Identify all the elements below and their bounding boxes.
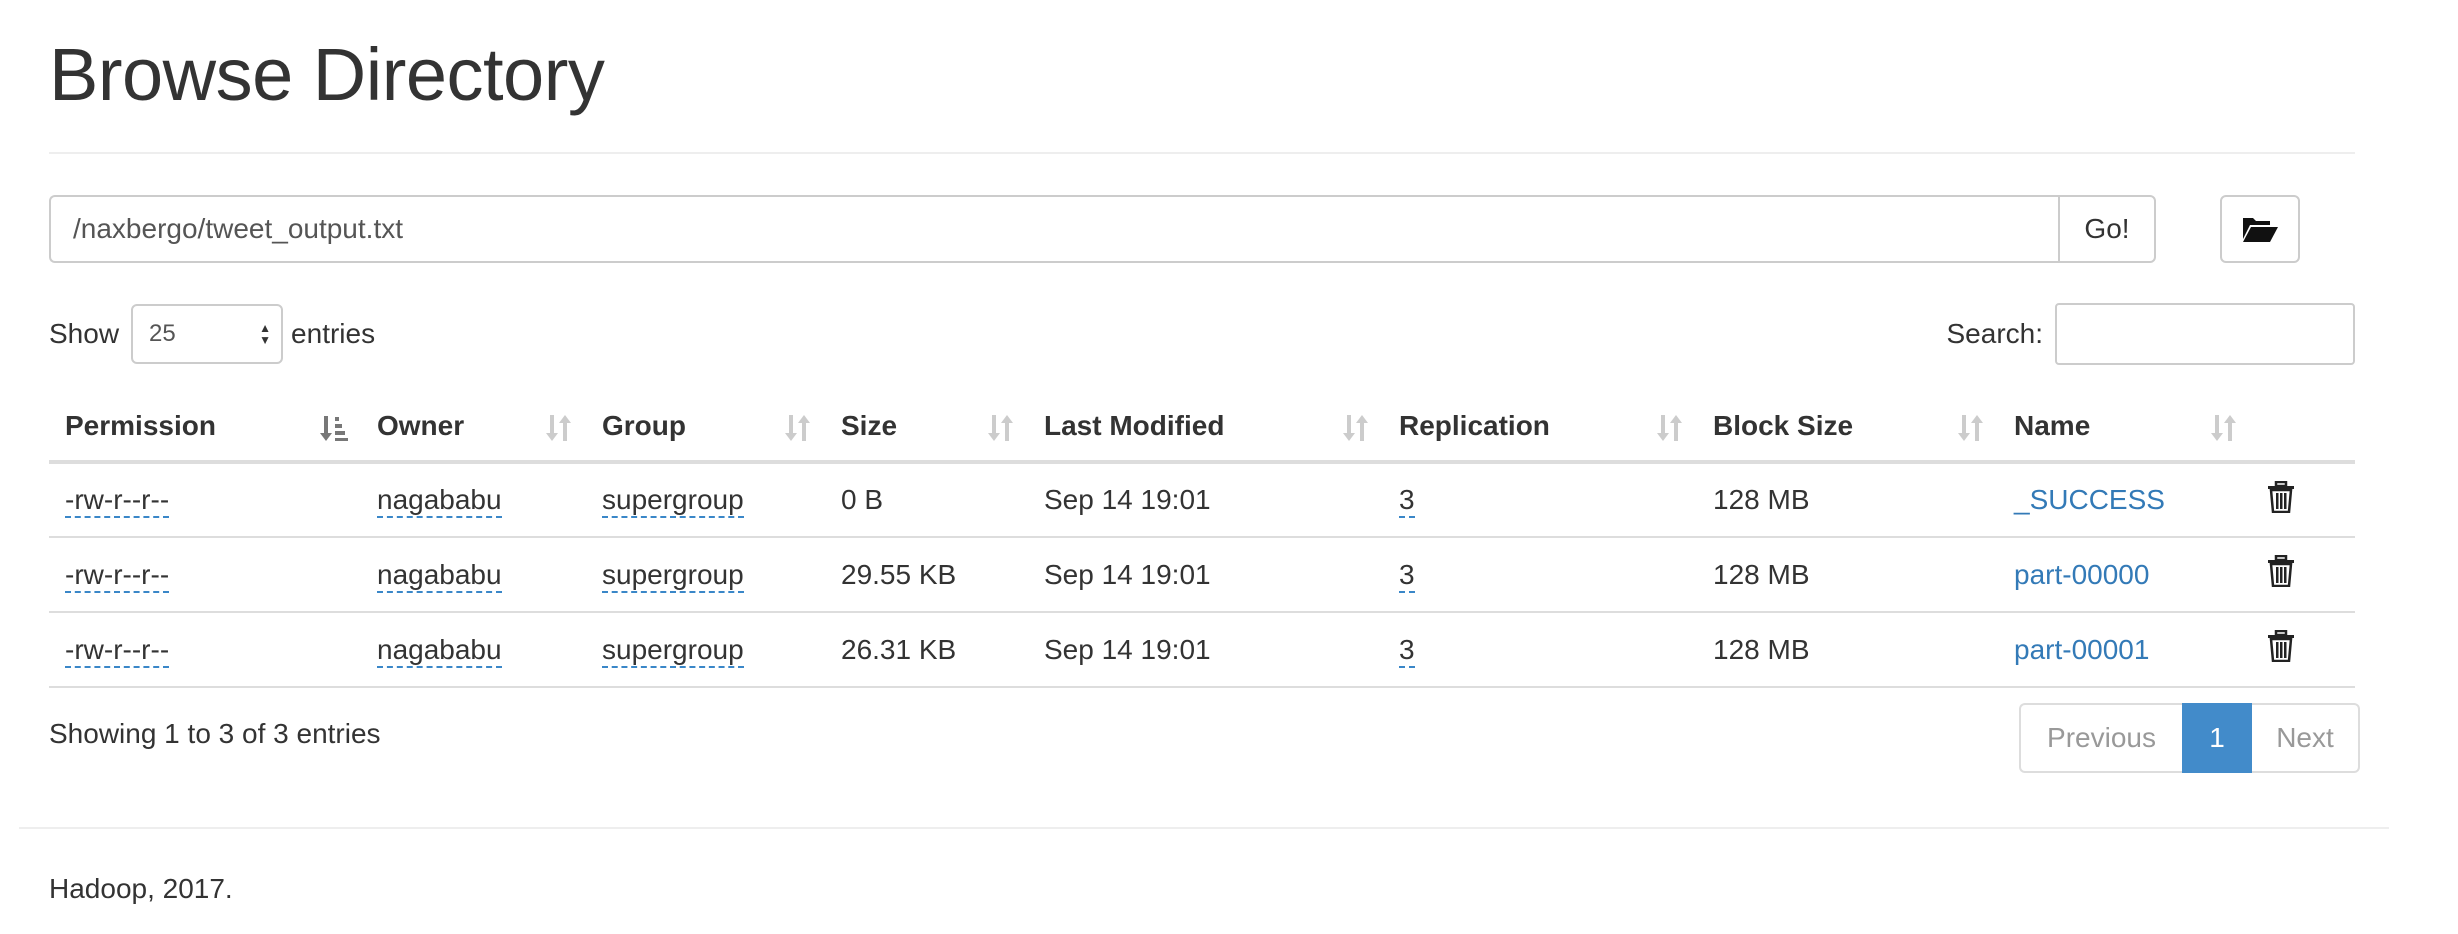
column-header-actions xyxy=(2251,392,2355,464)
path-bar: Go! xyxy=(49,195,2156,263)
previous-page-button[interactable]: Previous xyxy=(2019,703,2182,773)
page-length-select[interactable]: 25 ▲ ▼ xyxy=(131,304,284,364)
file-table: Permission Owner Group Size Last Modifie… xyxy=(49,392,2355,688)
file-name-link[interactable]: part-00001 xyxy=(2014,634,2149,665)
trash-icon[interactable] xyxy=(2267,480,2295,513)
column-header-last-modified[interactable]: Last Modified xyxy=(1028,392,1383,464)
column-header-owner[interactable]: Owner xyxy=(361,392,586,464)
sort-icon xyxy=(1343,415,1368,441)
table-row: -rw-r--r-- nagababu supergroup 26.31 KB … xyxy=(49,612,2355,688)
last-modified-cell: Sep 14 19:01 xyxy=(1028,537,1383,613)
size-cell: 26.31 KB xyxy=(825,612,1028,688)
owner-cell[interactable]: nagababu xyxy=(377,558,502,593)
column-header-size[interactable]: Size xyxy=(825,392,1028,464)
group-cell[interactable]: supergroup xyxy=(602,633,744,668)
trash-icon[interactable] xyxy=(2267,555,2295,587)
group-cell[interactable]: supergroup xyxy=(602,558,744,593)
page-title: Browse Directory xyxy=(49,33,605,116)
block-size-cell: 128 MB xyxy=(1697,462,1998,538)
page-length-value: 25 xyxy=(149,320,176,347)
sort-icon xyxy=(546,415,571,441)
replication-cell[interactable]: 3 xyxy=(1399,484,1415,518)
size-cell: 29.55 KB xyxy=(825,537,1028,613)
last-modified-cell: Sep 14 19:01 xyxy=(1028,462,1383,538)
table-row: -rw-r--r-- nagababu supergroup 29.55 KB … xyxy=(49,537,2355,613)
permission-cell[interactable]: -rw-r--r-- xyxy=(65,484,170,518)
search-input[interactable] xyxy=(2055,303,2355,365)
footer-text: Hadoop, 2017. xyxy=(49,873,233,904)
go-button[interactable]: Go! xyxy=(2058,195,2156,263)
column-header-permission[interactable]: Permission xyxy=(49,392,361,464)
file-name-link[interactable]: part-00000 xyxy=(2014,559,2149,590)
block-size-cell: 128 MB xyxy=(1697,537,1998,613)
table-info: Showing 1 to 3 of 3 entries xyxy=(49,718,381,749)
sort-icon xyxy=(1657,415,1682,441)
table-header-row: Permission Owner Group Size Last Modifie… xyxy=(49,392,2355,464)
size-cell: 0 B xyxy=(825,462,1028,538)
file-name-link[interactable]: _SUCCESS xyxy=(2014,484,2165,515)
column-header-name[interactable]: Name xyxy=(1998,392,2251,464)
create-directory-button[interactable] xyxy=(2220,195,2300,263)
sort-icon xyxy=(1958,415,1983,441)
last-modified-cell: Sep 14 19:01 xyxy=(1028,612,1383,688)
browse-directory-page: Browse Directory Go! Show 25 ▲▼ entries … xyxy=(0,0,2458,934)
page-length-control: Show 25 ▲ ▼ entries xyxy=(49,303,375,365)
owner-cell[interactable]: nagababu xyxy=(377,484,502,518)
column-header-block-size[interactable]: Block Size xyxy=(1697,392,1998,464)
block-size-cell: 128 MB xyxy=(1697,612,1998,688)
replication-cell[interactable]: 3 xyxy=(1399,633,1415,668)
group-cell[interactable]: supergroup xyxy=(602,484,744,518)
sort-icon xyxy=(785,415,810,441)
sort-asc-icon xyxy=(320,416,348,441)
select-arrows-icon: ▲ ▼ xyxy=(259,321,272,347)
search-label: Search: xyxy=(1946,318,2044,349)
next-page-button[interactable]: Next xyxy=(2252,703,2360,773)
table-row: -rw-r--r-- nagababu supergroup 0 B Sep 1… xyxy=(49,462,2355,538)
show-label: Show xyxy=(49,318,120,349)
title-divider xyxy=(49,152,2355,154)
entries-label: entries xyxy=(291,318,376,349)
folder-open-icon xyxy=(2243,218,2278,242)
page-1-button[interactable]: 1 xyxy=(2182,703,2252,773)
table-search: Search: xyxy=(1946,303,2355,365)
permission-cell[interactable]: -rw-r--r-- xyxy=(65,558,170,593)
footer-divider xyxy=(19,827,2389,829)
path-input[interactable] xyxy=(49,195,2058,263)
column-header-replication[interactable]: Replication xyxy=(1383,392,1697,464)
replication-cell[interactable]: 3 xyxy=(1399,558,1415,593)
sort-icon xyxy=(988,415,1013,441)
owner-cell[interactable]: nagababu xyxy=(377,633,502,668)
sort-icon xyxy=(2211,415,2236,441)
column-header-group[interactable]: Group xyxy=(586,392,825,464)
trash-icon[interactable] xyxy=(2267,630,2295,662)
permission-cell[interactable]: -rw-r--r-- xyxy=(65,633,170,668)
pagination: Previous 1 Next xyxy=(2019,703,2360,773)
